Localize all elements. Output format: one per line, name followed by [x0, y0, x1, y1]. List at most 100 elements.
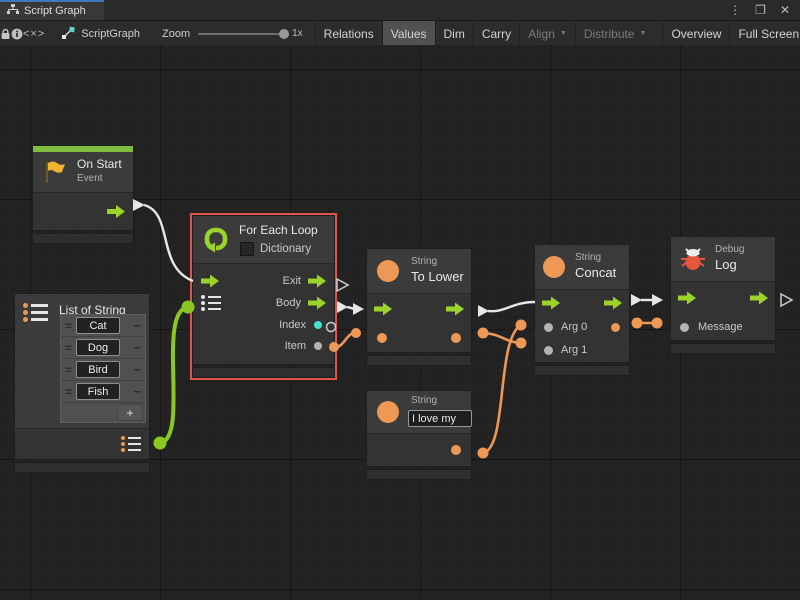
chevron-down-icon: ▼: [560, 30, 567, 37]
list-item-input[interactable]: [76, 317, 120, 334]
list-editor: = − = − = −: [60, 314, 146, 423]
port-label-message: Message: [698, 321, 743, 333]
node-on-start[interactable]: On Start Event: [32, 145, 134, 244]
tab-bar: Script Graph ⋮ ❐ ✕: [0, 0, 800, 21]
fullscreen-button[interactable]: Full Screen: [729, 21, 800, 46]
graph-toolbar: <×> ScriptGraph Zoom 1x Relations Values…: [0, 21, 800, 47]
node-title: Concat: [575, 265, 616, 280]
drag-handle-icon[interactable]: =: [65, 341, 72, 355]
code-view-icon[interactable]: <×>: [23, 21, 45, 46]
result-output-port[interactable]: [451, 333, 461, 343]
flag-icon: [41, 159, 68, 191]
list-icon: [23, 301, 48, 324]
add-item-button[interactable]: +: [117, 404, 143, 421]
node-string-literal[interactable]: String: [366, 390, 472, 480]
list-item-input[interactable]: [76, 383, 120, 400]
flow-output-port[interactable]: [446, 303, 464, 316]
graph-canvas[interactable]: On Start Event List of S: [0, 45, 800, 600]
item-output-port[interactable]: [314, 342, 322, 350]
toolbar-buttons: Relations Values Dim Carry Align▼ Distri…: [315, 21, 800, 46]
node-title: Log: [715, 257, 737, 272]
zoom-slider-handle[interactable]: [279, 29, 289, 39]
string-input-port[interactable]: [377, 333, 387, 343]
zoom-slider[interactable]: [198, 33, 284, 35]
body-output-port[interactable]: [308, 297, 326, 310]
node-subtitle: Event: [77, 173, 103, 184]
close-icon[interactable]: ✕: [780, 3, 790, 17]
lock-icon[interactable]: [0, 21, 11, 46]
remove-item-button[interactable]: −: [133, 318, 141, 333]
wire-tolower-concat: [488, 302, 535, 311]
wire-start-arrow: [133, 199, 145, 211]
wire-list-foreach: [160, 307, 188, 443]
list-item: = −: [61, 359, 145, 381]
overview-button[interactable]: Overview: [662, 21, 729, 46]
node-title: To Lower: [411, 269, 464, 284]
bug-icon: [679, 245, 707, 278]
node-to-lower[interactable]: String To Lower: [366, 248, 472, 366]
list-item-input[interactable]: [76, 339, 120, 356]
flow-output-port[interactable]: [750, 292, 768, 305]
arg1-input-port[interactable]: [544, 346, 553, 355]
graph-reference[interactable]: ScriptGraph: [61, 21, 140, 46]
distribute-dropdown[interactable]: Distribute▼: [575, 21, 655, 46]
carry-button[interactable]: Carry: [473, 21, 519, 46]
result-output-port[interactable]: [611, 323, 620, 332]
align-dropdown[interactable]: Align▼: [519, 21, 575, 46]
collection-input-port[interactable]: [201, 293, 221, 313]
string-literal-input[interactable]: [408, 410, 472, 427]
node-for-each-loop[interactable]: For Each Loop Dictionary Exit: [192, 215, 335, 378]
list-item: = −: [61, 315, 145, 337]
node-list-of-string[interactable]: List of String = − = − =: [14, 293, 150, 473]
value-output-port[interactable]: [451, 445, 461, 455]
node-category: Debug: [715, 244, 744, 255]
remove-item-button[interactable]: −: [133, 340, 141, 355]
node-concat[interactable]: String Concat Arg 0 Arg 1: [534, 244, 630, 376]
info-icon[interactable]: [11, 21, 23, 46]
tab-label: Script Graph: [24, 5, 86, 17]
port-label-index: Index: [279, 319, 306, 331]
flow-output-port[interactable]: [604, 297, 622, 310]
tab-script-graph[interactable]: Script Graph: [0, 0, 104, 20]
script-graph-window: Script Graph ⋮ ❐ ✕ <×> ScriptGraph Zoom: [0, 0, 800, 600]
index-output-port[interactable]: [314, 321, 322, 329]
remove-item-button[interactable]: −: [133, 362, 141, 377]
maximize-icon[interactable]: ❐: [755, 3, 766, 17]
port-label-item: Item: [285, 340, 306, 352]
node-debug-log[interactable]: Debug Log Message: [670, 236, 776, 354]
drag-handle-icon[interactable]: =: [65, 385, 72, 399]
wire-onstart-foreach: [144, 205, 193, 281]
arg0-input-port[interactable]: [544, 323, 553, 332]
zoom-control: Zoom 1x: [162, 21, 303, 46]
port-label-body: Body: [276, 297, 301, 309]
list-item: = −: [61, 381, 145, 403]
dictionary-label: Dictionary: [260, 243, 311, 255]
exit-output-port[interactable]: [308, 275, 326, 288]
node-category: String: [411, 256, 437, 267]
message-input-port[interactable]: [680, 323, 689, 332]
dictionary-checkbox[interactable]: [240, 242, 254, 256]
drag-handle-icon[interactable]: =: [65, 363, 72, 377]
flow-input-port[interactable]: [201, 275, 219, 288]
remove-item-button[interactable]: −: [133, 384, 141, 399]
values-button[interactable]: Values: [382, 21, 435, 46]
loop-icon: [202, 225, 230, 258]
dim-button[interactable]: Dim: [435, 21, 473, 46]
flow-input-port[interactable]: [542, 297, 560, 310]
wire-tolower-arg1: [483, 333, 521, 343]
flow-input-port[interactable]: [678, 292, 696, 305]
node-footer: [366, 355, 472, 366]
flow-output-port[interactable]: [107, 205, 125, 218]
string-type-icon: [377, 260, 399, 282]
list-item-input[interactable]: [76, 361, 120, 378]
node-category: String: [411, 395, 437, 406]
relations-button[interactable]: Relations: [315, 21, 382, 46]
string-type-icon: [543, 256, 565, 278]
node-title: For Each Loop: [239, 223, 318, 237]
flow-input-port[interactable]: [374, 303, 392, 316]
zoom-value: 1x: [292, 28, 303, 39]
drag-handle-icon[interactable]: =: [65, 319, 72, 333]
list-output-port[interactable]: [121, 434, 141, 454]
wire-body-tolower: [347, 307, 354, 309]
menu-icon[interactable]: ⋮: [729, 3, 741, 17]
